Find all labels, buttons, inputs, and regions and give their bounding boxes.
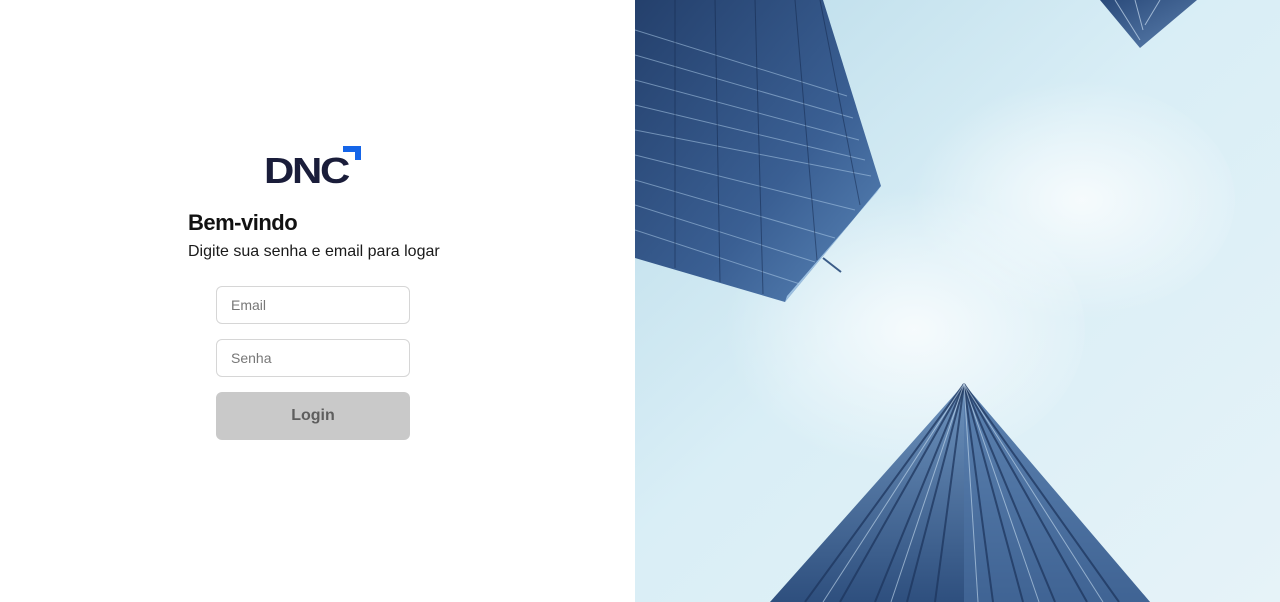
logo-text: DNC	[264, 150, 350, 188]
login-panel: DNC Bem-vindo Digite sua senha e email p…	[0, 0, 635, 602]
dnc-logo: DNC	[264, 146, 361, 188]
page-subtitle: Digite sua senha e email para logar	[188, 243, 440, 260]
login-button[interactable]: Login	[216, 392, 410, 440]
hero-image	[635, 0, 1280, 602]
skyscrapers-illustration	[635, 0, 1280, 602]
page-title: Bem-vindo	[188, 210, 298, 235]
cloud	[895, 80, 1235, 320]
password-input[interactable]	[216, 339, 410, 377]
login-page: DNC Bem-vindo Digite sua senha e email p…	[0, 0, 1280, 602]
email-input[interactable]	[216, 286, 410, 324]
